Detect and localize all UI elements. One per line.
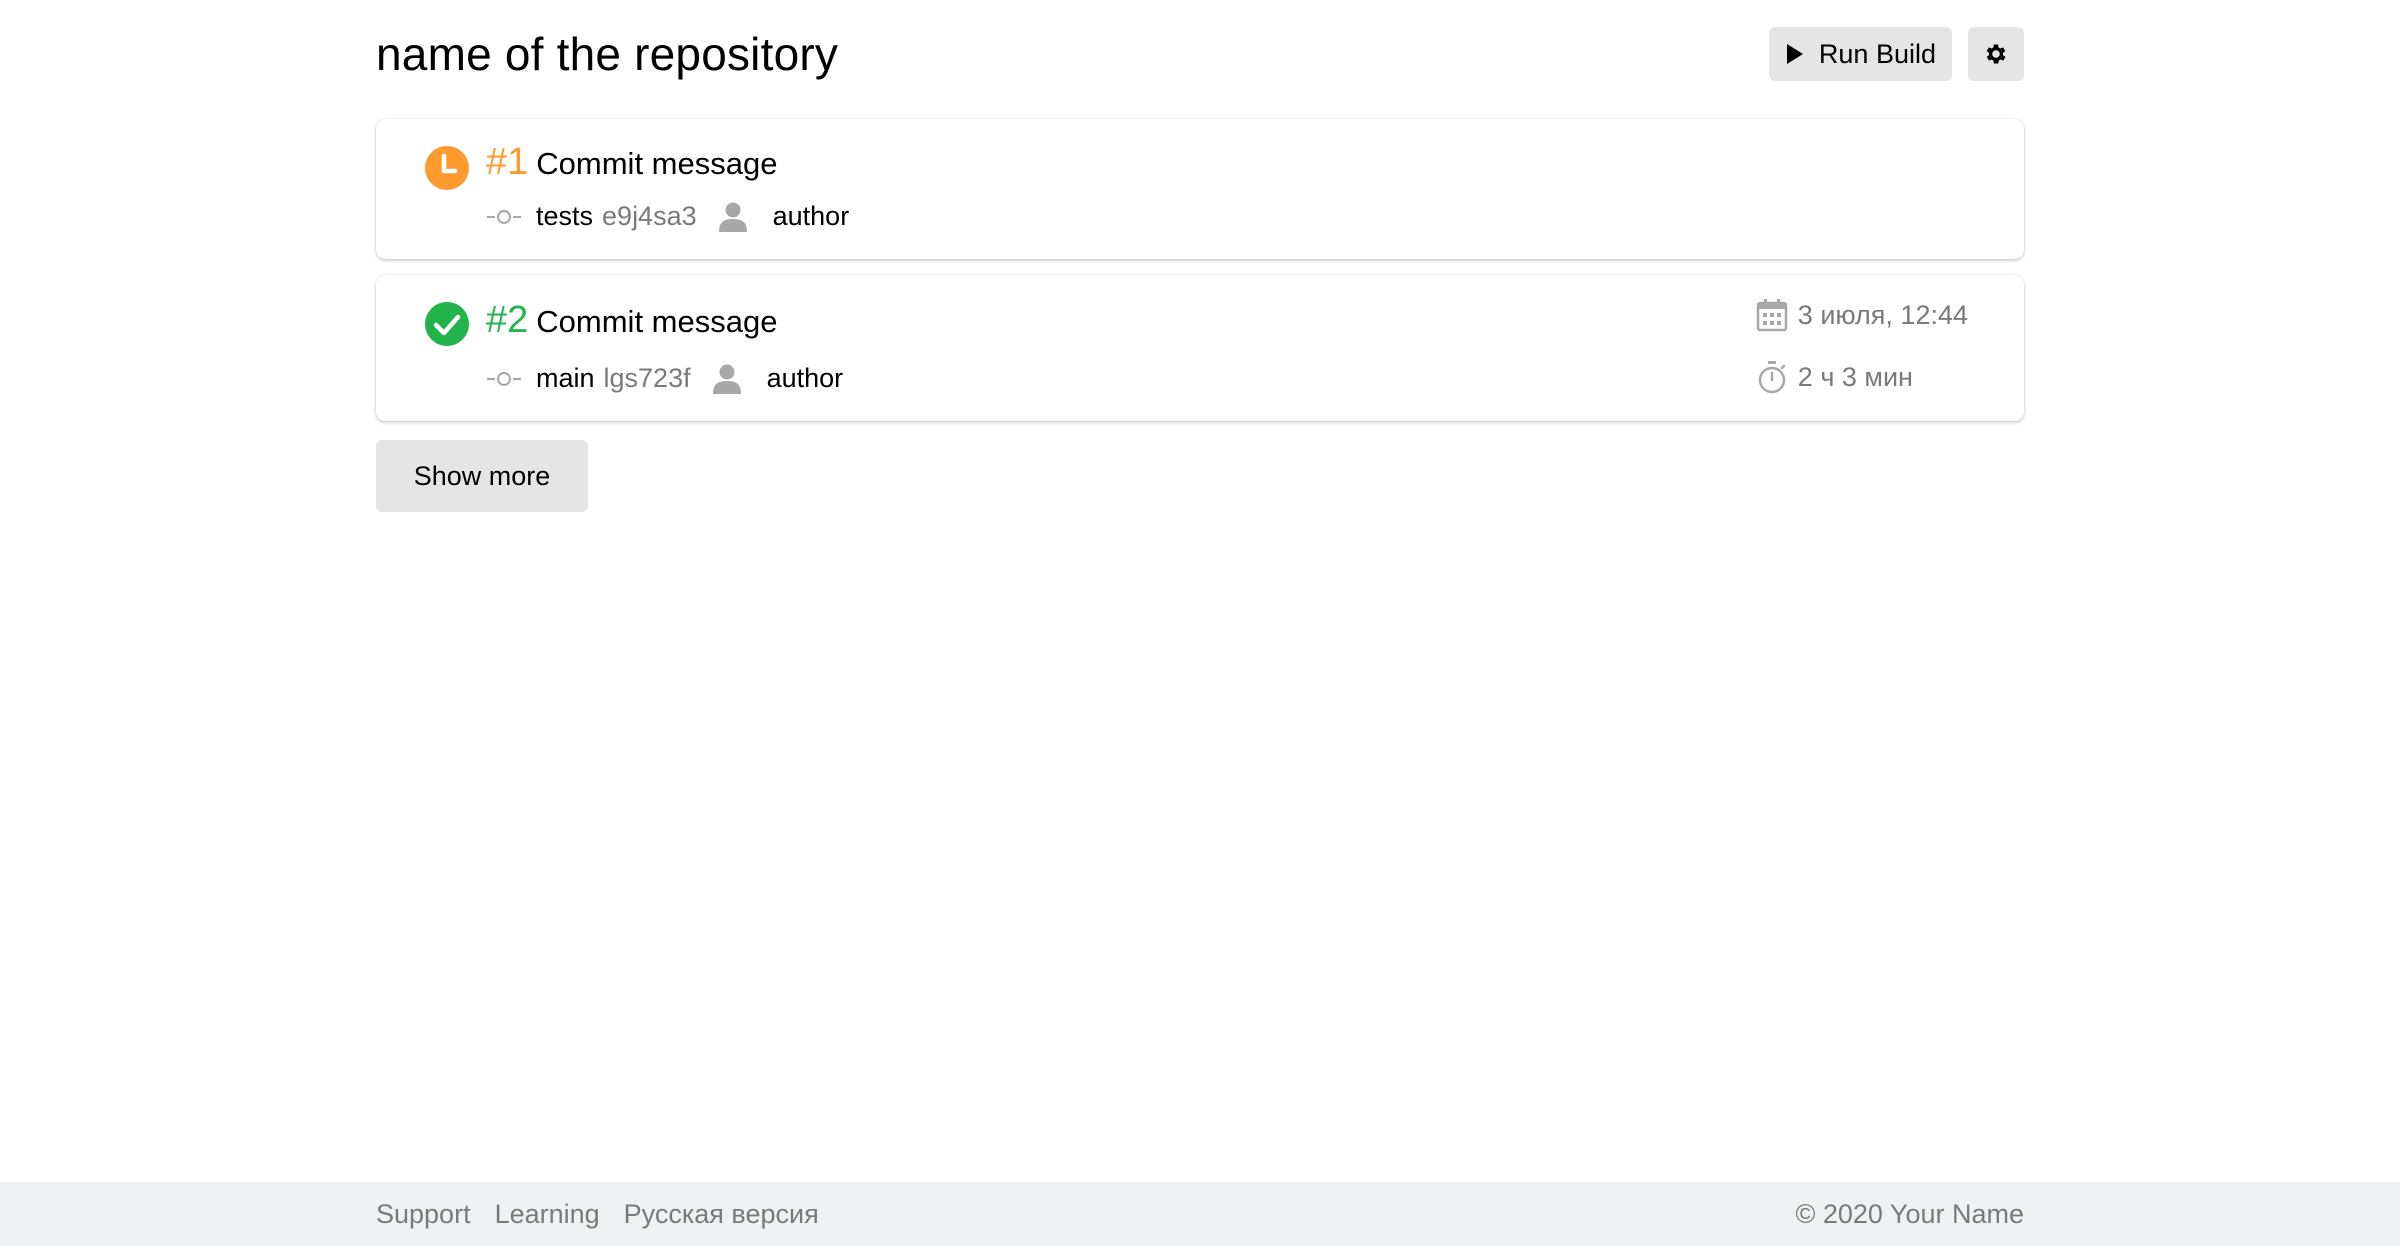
footer-link-learning[interactable]: Learning	[495, 1199, 600, 1230]
page-header: name of the repository Run Build	[376, 18, 2024, 90]
check-circle-icon	[425, 302, 469, 346]
build-title: #2 Commit message	[486, 299, 777, 342]
page-title: name of the repository	[376, 28, 839, 80]
footer-links: Support Learning Русская версия	[376, 1199, 819, 1230]
commit-hash: lgs723f	[603, 363, 691, 393]
build-duration-row: 2 ч 3 мин	[1756, 359, 1968, 395]
build-date-row: 3 июля, 12:44	[1756, 297, 1968, 333]
gear-icon	[1986, 44, 2006, 64]
footer: Support Learning Русская версия © 2020 Y…	[0, 1182, 2400, 1246]
footer-link-support[interactable]: Support	[376, 1199, 471, 1230]
footer-inner: Support Learning Русская версия © 2020 Y…	[376, 1182, 2024, 1246]
author-name: author	[772, 201, 850, 231]
run-build-label: Run Build	[1818, 38, 1936, 69]
author-name: author	[766, 363, 844, 393]
build-number: #2	[486, 299, 529, 341]
build-card[interactable]: #1 Commit message tests e9j4sa3 author	[376, 119, 2024, 259]
commit-icon	[487, 209, 521, 224]
build-card[interactable]: #2 Commit message main lgs723f author 3 …	[376, 275, 2024, 421]
footer-link-russian-version[interactable]: Русская версия	[624, 1199, 819, 1230]
calendar-icon	[1756, 299, 1788, 332]
clock-icon	[425, 146, 469, 190]
play-icon	[1786, 44, 1803, 64]
commit-icon	[487, 371, 521, 386]
header-actions: Run Build	[1768, 27, 2024, 81]
user-icon	[718, 202, 747, 232]
stopwatch-icon	[1758, 361, 1786, 394]
build-meta: tests e9j4sa3 author	[486, 201, 849, 232]
user-icon	[712, 364, 741, 394]
build-title: #1 Commit message	[486, 141, 777, 184]
commit-message: Commit message	[536, 304, 778, 339]
build-history-page: name of the repository Run Build #1 Comm…	[0, 0, 2400, 1246]
settings-button[interactable]	[1968, 27, 2024, 81]
build-list: #1 Commit message tests e9j4sa3 author #…	[376, 119, 2024, 437]
commit-hash: e9j4sa3	[602, 201, 697, 231]
build-duration: 2 ч 3 мин	[1797, 361, 1913, 392]
build-date: 3 июля, 12:44	[1797, 299, 1968, 330]
build-number: #1	[486, 141, 529, 183]
show-more-button[interactable]: Show more	[376, 440, 588, 512]
build-meta: main lgs723f author	[486, 363, 843, 394]
run-build-button[interactable]: Run Build	[1768, 27, 1952, 81]
build-timing: 3 июля, 12:44 2 ч 3 мин	[1756, 297, 1968, 421]
copyright: © 2020 Your Name	[1795, 1198, 2024, 1229]
commit-message: Commit message	[536, 146, 778, 181]
branch-name: tests	[536, 201, 594, 231]
branch-name: main	[536, 363, 595, 393]
